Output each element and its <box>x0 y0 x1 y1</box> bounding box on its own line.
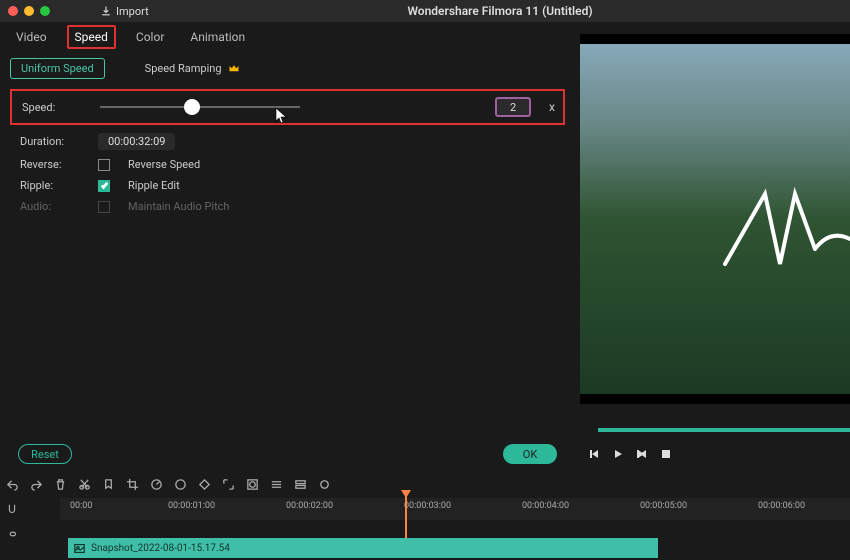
subtab-speed-ramping[interactable]: Speed Ramping <box>145 62 240 75</box>
redo-icon[interactable] <box>30 476 43 495</box>
reverse-label: Reverse: <box>20 158 80 171</box>
crown-icon <box>228 63 240 75</box>
menu-icon[interactable] <box>270 476 283 495</box>
maximize-icon[interactable] <box>40 6 50 16</box>
cut-icon[interactable] <box>78 476 91 495</box>
minimize-icon[interactable] <box>24 6 34 16</box>
record-icon[interactable] <box>318 476 331 495</box>
snap-icon[interactable] <box>6 500 18 519</box>
marker-icon[interactable] <box>102 476 115 495</box>
preview-panel <box>580 34 850 404</box>
crop-icon[interactable] <box>126 476 139 495</box>
undo-icon[interactable] <box>6 476 19 495</box>
timeline-ruler[interactable]: 00:00 00:00:01:00 00:00:02:00 00:00:03:0… <box>60 498 850 520</box>
speed-icon[interactable] <box>150 476 163 495</box>
tab-speed[interactable]: Speed <box>67 25 116 49</box>
prev-frame-button[interactable] <box>588 448 600 464</box>
tab-animation[interactable]: Animation <box>184 27 251 47</box>
keyframe-icon[interactable] <box>198 476 211 495</box>
import-label: Import <box>116 5 149 18</box>
audio-checkbox <box>98 201 110 213</box>
ruler-tick: 00:00:04:00 <box>522 501 569 511</box>
speed-slider[interactable] <box>100 102 300 112</box>
subtab-uniform-speed[interactable]: Uniform Speed <box>10 58 105 79</box>
duration-value[interactable]: 00:00:32:09 <box>98 133 175 150</box>
speed-input[interactable]: 2 <box>495 97 531 117</box>
signature-overlay <box>720 184 850 274</box>
ruler-tick: 00:00 <box>70 501 92 511</box>
color-icon[interactable] <box>174 476 187 495</box>
timeline-clip[interactable]: Snapshot_2022-08-01-15.17.54 <box>68 538 658 558</box>
reset-button[interactable]: Reset <box>18 444 72 464</box>
next-frame-button[interactable] <box>636 448 648 464</box>
app-title: Wondershare Filmora 11 (Untitled) <box>257 4 592 18</box>
mouse-cursor-icon <box>275 107 289 125</box>
subtab-speed-ramping-label: Speed Ramping <box>145 62 222 75</box>
window-controls[interactable] <box>8 6 50 16</box>
ripple-option: Ripple Edit <box>128 179 180 192</box>
preview-video[interactable] <box>580 34 850 404</box>
speed-label: Speed: <box>22 101 82 114</box>
preview-progress[interactable] <box>598 428 850 432</box>
tab-color[interactable]: Color <box>130 27 170 47</box>
ripple-label: Ripple: <box>20 179 80 192</box>
track-icon[interactable] <box>294 476 307 495</box>
tab-video[interactable]: Video <box>10 27 53 47</box>
timeline-toolbar <box>6 476 331 495</box>
ruler-tick: 00:00:02:00 <box>286 501 333 511</box>
stop-button[interactable] <box>660 448 672 464</box>
link-icon[interactable] <box>6 525 18 544</box>
ripple-checkbox[interactable] <box>98 180 110 192</box>
duration-label: Duration: <box>20 135 80 148</box>
speed-slider-thumb[interactable] <box>184 99 200 115</box>
reverse-checkbox[interactable] <box>98 159 110 171</box>
mask-icon[interactable] <box>246 476 259 495</box>
clip-name: Snapshot_2022-08-01-15.17.54 <box>91 543 230 554</box>
reverse-option: Reverse Speed <box>128 158 200 171</box>
speed-unit: x <box>549 100 555 114</box>
delete-icon[interactable] <box>54 476 67 495</box>
ruler-tick: 00:00:03:00 <box>404 501 451 511</box>
close-icon[interactable] <box>8 6 18 16</box>
audio-label: Audio: <box>20 200 80 213</box>
play-pause-button[interactable] <box>612 448 624 464</box>
expand-icon[interactable] <box>222 476 235 495</box>
ruler-tick: 00:00:05:00 <box>640 501 687 511</box>
ok-button[interactable]: OK <box>503 444 557 464</box>
audio-option: Maintain Audio Pitch <box>128 200 230 213</box>
speed-row: Speed: 2 x <box>10 89 565 125</box>
import-button[interactable]: Import <box>100 5 149 18</box>
image-icon <box>74 543 85 554</box>
ruler-tick: 00:00:06:00 <box>758 501 805 511</box>
ruler-tick: 00:00:01:00 <box>168 501 215 511</box>
